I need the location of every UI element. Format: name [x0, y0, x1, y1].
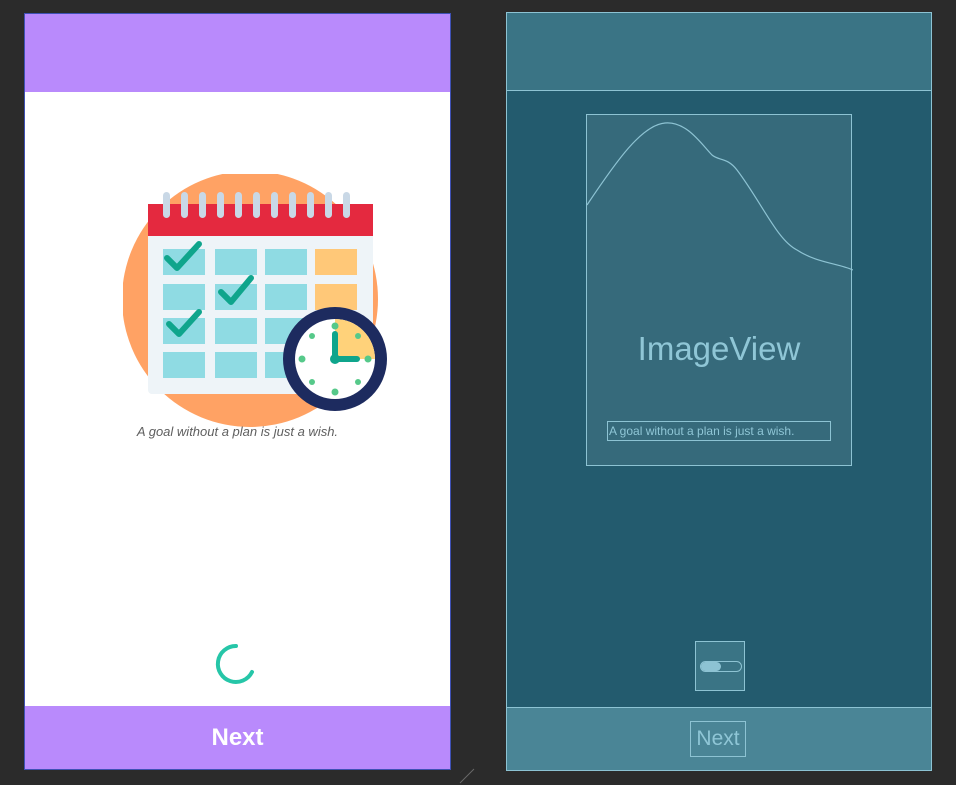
resize-handle-icon[interactable] — [458, 765, 478, 785]
blueprint-next-bar: Next — [507, 707, 931, 770]
quote-text: A goal without a plan is just a wish. — [136, 424, 339, 439]
imageview-placeholder[interactable]: ImageView A goal without a plan is just … — [586, 114, 853, 466]
clock-icon — [283, 307, 387, 411]
switch-thumb — [701, 662, 721, 671]
blueprint-preview: ImageView A goal without a plan is just … — [506, 12, 932, 771]
next-button[interactable]: Next — [25, 706, 450, 769]
blueprint-top-bar — [507, 13, 931, 91]
calendar-clock-illustration — [123, 174, 387, 427]
imageview-label: ImageView — [637, 330, 801, 367]
loading-spinner-icon — [215, 643, 254, 684]
progressbar-outline[interactable] — [695, 641, 745, 691]
next-button-label: Next — [211, 723, 264, 751]
switch-toggle-icon — [700, 661, 742, 672]
top-app-bar — [25, 14, 450, 92]
imageview-outline-icon — [587, 122, 853, 271]
design-preview: A goal without a plan is just a wish. Ne… — [24, 13, 451, 770]
quote-textview-outline[interactable]: A goal without a plan is just a wish. — [607, 421, 831, 441]
next-button-outline[interactable]: Next — [690, 721, 746, 757]
